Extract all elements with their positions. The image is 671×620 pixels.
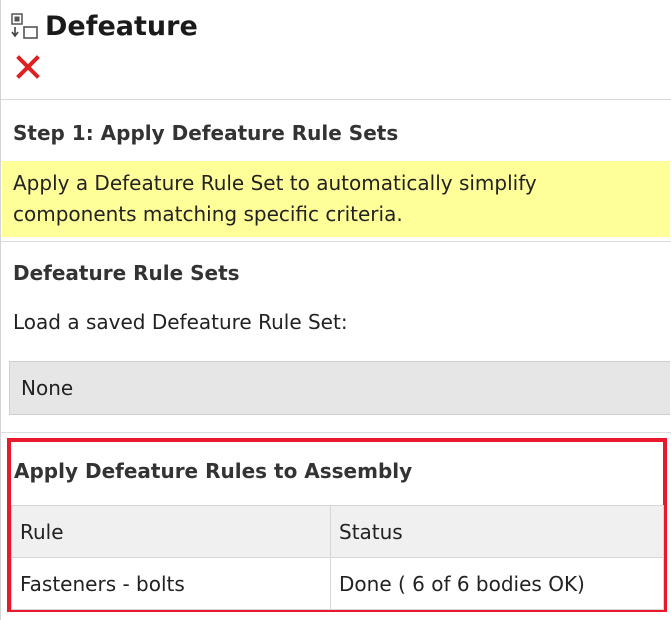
column-header-rule[interactable]: Rule	[11, 505, 331, 558]
defeature-property-panel: Defeature Step 1: Apply Defeature Rule S…	[0, 0, 671, 620]
load-rule-set-label: Load a saved Defeature Rule Set:	[13, 310, 348, 334]
defeature-feature-icon	[11, 13, 41, 41]
rule-name-cell: Fasteners - bolts	[11, 557, 331, 610]
hint-line-2: components matching specific criteria.	[13, 202, 403, 226]
rule-sets-heading: Defeature Rule Sets	[13, 261, 240, 285]
panel-header: Defeature	[1, 0, 671, 100]
step1-hint-message: Apply a Defeature Rule Set to automatica…	[2, 161, 670, 237]
close-icon	[16, 55, 40, 79]
rule-status-cell: Done ( 6 of 6 bodies OK)	[330, 557, 664, 610]
close-button[interactable]	[14, 53, 42, 81]
assembly-rules-heading: Apply Defeature Rules to Assembly	[14, 459, 413, 483]
rule-set-dropdown[interactable]: None	[9, 361, 670, 415]
section-divider	[1, 432, 671, 433]
rules-table: Rule Status Fasteners - bolts Done ( 6 o…	[11, 505, 664, 610]
table-row[interactable]: Fasteners - bolts Done ( 6 of 6 bodies O…	[11, 557, 664, 610]
panel-title: Defeature	[45, 11, 198, 42]
table-header-row: Rule Status	[11, 505, 664, 558]
section-divider	[1, 241, 671, 242]
hint-line-1: Apply a Defeature Rule Set to automatica…	[13, 171, 537, 195]
column-header-status[interactable]: Status	[330, 505, 664, 558]
step1-heading: Step 1: Apply Defeature Rule Sets	[13, 121, 399, 145]
